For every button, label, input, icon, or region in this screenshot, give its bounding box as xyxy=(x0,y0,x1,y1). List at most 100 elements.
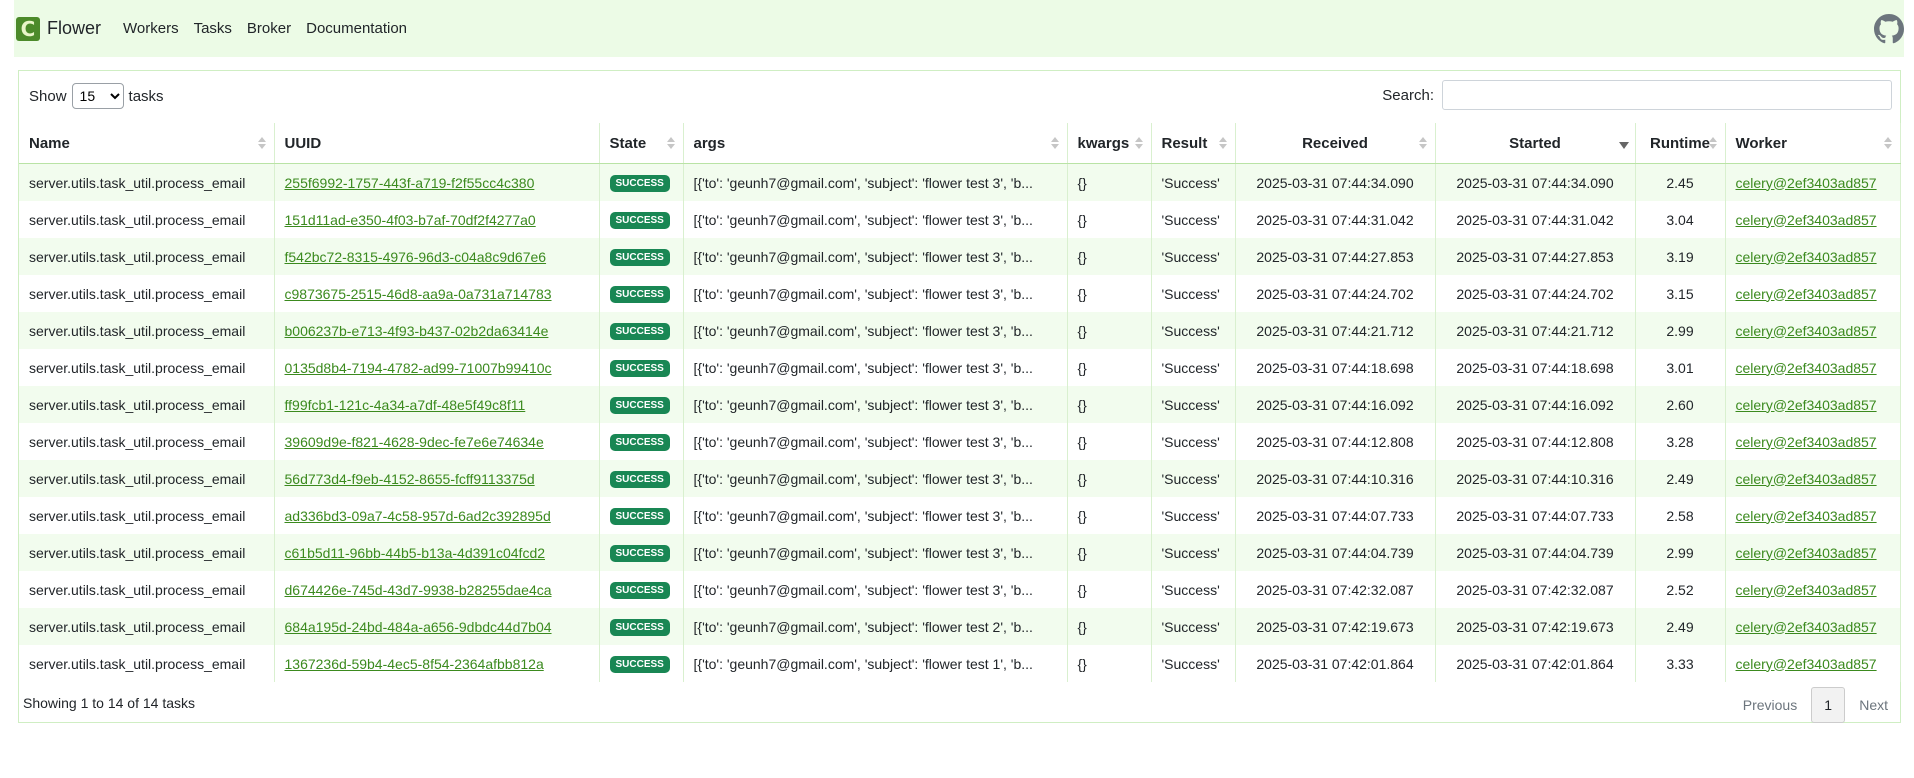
worker-link[interactable]: celery@2ef3403ad857 xyxy=(1736,545,1877,561)
task-uuid-link[interactable]: 684a195d-24bd-484a-a656-9dbdc44d7b04 xyxy=(285,619,552,635)
col-kwargs-label: kwargs xyxy=(1077,134,1130,152)
next-button[interactable]: Next xyxy=(1859,697,1888,713)
cell-kwargs: {} xyxy=(1067,571,1152,608)
cell-uuid: f542bc72-8315-4976-96d3-c04a8c9d67e6 xyxy=(274,238,600,275)
cell-runtime: 3.28 xyxy=(1635,423,1726,460)
page-length-select[interactable]: 15 xyxy=(71,83,124,109)
col-received[interactable]: Received xyxy=(1235,123,1436,164)
col-result[interactable]: Result xyxy=(1151,123,1236,164)
task-uuid-link[interactable]: c9873675-2515-46d8-aa9a-0a731a714783 xyxy=(285,286,552,302)
worker-link[interactable]: celery@2ef3403ad857 xyxy=(1736,360,1877,376)
search-input[interactable] xyxy=(1442,80,1892,110)
worker-link[interactable]: celery@2ef3403ad857 xyxy=(1736,582,1877,598)
col-args-label: args xyxy=(693,134,726,152)
task-uuid-link[interactable]: 56d773d4-f9eb-4152-8655-fcff9113375d xyxy=(285,471,535,487)
cell-args: [{'to': 'geunh7@gmail.com', 'subject': '… xyxy=(683,608,1068,645)
worker-link[interactable]: celery@2ef3403ad857 xyxy=(1736,323,1877,339)
col-kwargs[interactable]: kwargs xyxy=(1067,123,1152,164)
worker-link[interactable]: celery@2ef3403ad857 xyxy=(1736,619,1877,635)
task-uuid-link[interactable]: 255f6992-1757-443f-a719-f2f55cc4c380 xyxy=(285,175,535,191)
cell-name: server.utils.task_util.process_email xyxy=(19,608,275,645)
table-row[interactable]: server.utils.task_util.process_email f542… xyxy=(19,238,1901,275)
cell-runtime: 2.99 xyxy=(1635,534,1726,571)
col-started[interactable]: Started xyxy=(1435,123,1636,164)
cell-args: [{'to': 'geunh7@gmail.com', 'subject': '… xyxy=(683,163,1068,201)
table-row[interactable]: server.utils.task_util.process_email 151d… xyxy=(19,201,1901,238)
cell-worker: celery@2ef3403ad857 xyxy=(1725,460,1901,497)
col-runtime[interactable]: Runtime xyxy=(1635,123,1726,164)
task-uuid-link[interactable]: 0135d8b4-7194-4782-ad99-71007b99410c xyxy=(285,360,552,376)
cell-uuid: c61b5d11-96bb-44b5-b13a-4d391c04fcd2 xyxy=(274,534,600,571)
cell-runtime: 2.49 xyxy=(1635,460,1726,497)
cell-started: 2025-03-31 07:44:27.853 xyxy=(1435,238,1636,275)
task-uuid-link[interactable]: b006237b-e713-4f93-b437-02b2da63414e xyxy=(285,323,549,339)
col-name[interactable]: Name xyxy=(19,123,275,164)
table-row[interactable]: server.utils.task_util.process_email ad33… xyxy=(19,497,1901,534)
cell-state: SUCCESS xyxy=(599,423,684,460)
cell-worker: celery@2ef3403ad857 xyxy=(1725,423,1901,460)
task-uuid-link[interactable]: c61b5d11-96bb-44b5-b13a-4d391c04fcd2 xyxy=(285,545,546,561)
sort-icon xyxy=(1218,137,1227,149)
worker-link[interactable]: celery@2ef3403ad857 xyxy=(1736,212,1877,228)
cell-name: server.utils.task_util.process_email xyxy=(19,201,275,238)
table-row[interactable]: server.utils.task_util.process_email b006… xyxy=(19,312,1901,349)
worker-link[interactable]: celery@2ef3403ad857 xyxy=(1736,249,1877,265)
col-uuid[interactable]: UUID xyxy=(274,123,600,164)
table-row[interactable]: server.utils.task_util.process_email 0135… xyxy=(19,349,1901,386)
task-uuid-link[interactable]: 1367236d-59b4-4ec5-8f54-2364afbb812a xyxy=(285,656,544,672)
worker-link[interactable]: celery@2ef3403ad857 xyxy=(1736,397,1877,413)
col-state[interactable]: State xyxy=(599,123,684,164)
nav-workers[interactable]: Workers xyxy=(123,20,179,37)
table-row[interactable]: server.utils.task_util.process_email ff99… xyxy=(19,386,1901,423)
cell-state: SUCCESS xyxy=(599,386,684,423)
cell-uuid: 0135d8b4-7194-4782-ad99-71007b99410c xyxy=(274,349,600,386)
cell-received: 2025-03-31 07:44:24.702 xyxy=(1235,275,1436,312)
cell-started: 2025-03-31 07:44:07.733 xyxy=(1435,497,1636,534)
worker-link[interactable]: celery@2ef3403ad857 xyxy=(1736,175,1877,191)
task-uuid-link[interactable]: f542bc72-8315-4976-96d3-c04a8c9d67e6 xyxy=(285,249,547,265)
task-uuid-link[interactable]: ad336bd3-09a7-4c58-957d-6ad2c392895d xyxy=(285,508,551,524)
page-1-button[interactable]: 1 xyxy=(1811,687,1846,723)
table-row[interactable]: server.utils.task_util.process_email c987… xyxy=(19,275,1901,312)
brand[interactable]: C Flower xyxy=(16,16,101,41)
col-started-label: Started xyxy=(1509,134,1561,152)
cell-kwargs: {} xyxy=(1067,534,1152,571)
nav-documentation[interactable]: Documentation xyxy=(306,20,407,37)
table-row[interactable]: server.utils.task_util.process_email d674… xyxy=(19,571,1901,608)
cell-uuid: b006237b-e713-4f93-b437-02b2da63414e xyxy=(274,312,600,349)
table-row[interactable]: server.utils.task_util.process_email c61b… xyxy=(19,534,1901,571)
col-worker[interactable]: Worker xyxy=(1725,123,1901,164)
task-uuid-link[interactable]: ff99fcb1-121c-4a34-a7df-48e5f49c8f11 xyxy=(285,397,526,413)
cell-runtime: 2.99 xyxy=(1635,312,1726,349)
task-uuid-link[interactable]: 151d11ad-e350-4f03-b7af-70df2f4277a0 xyxy=(285,212,536,228)
worker-link[interactable]: celery@2ef3403ad857 xyxy=(1736,508,1877,524)
sort-icon xyxy=(1134,137,1143,149)
cell-runtime: 3.15 xyxy=(1635,275,1726,312)
github-icon[interactable] xyxy=(1874,14,1904,44)
task-uuid-link[interactable]: 39609d9e-f821-4628-9dec-fe7e6e74634e xyxy=(285,434,544,450)
cell-started: 2025-03-31 07:44:31.042 xyxy=(1435,201,1636,238)
task-uuid-link[interactable]: d674426e-745d-43d7-9938-b28255dae4ca xyxy=(285,582,552,598)
worker-link[interactable]: celery@2ef3403ad857 xyxy=(1736,286,1877,302)
worker-link[interactable]: celery@2ef3403ad857 xyxy=(1736,471,1877,487)
cell-started: 2025-03-31 07:44:12.808 xyxy=(1435,423,1636,460)
table-row[interactable]: server.utils.task_util.process_email 684a… xyxy=(19,608,1901,645)
col-args[interactable]: args xyxy=(683,123,1068,164)
worker-link[interactable]: celery@2ef3403ad857 xyxy=(1736,656,1877,672)
cell-result: 'Success' xyxy=(1151,423,1236,460)
cell-uuid: ff99fcb1-121c-4a34-a7df-48e5f49c8f11 xyxy=(274,386,600,423)
col-runtime-label: Runtime xyxy=(1650,134,1710,152)
cell-runtime: 2.45 xyxy=(1635,163,1726,201)
table-row[interactable]: server.utils.task_util.process_email 56d7… xyxy=(19,460,1901,497)
table-row[interactable]: server.utils.task_util.process_email 1367… xyxy=(19,645,1901,682)
table-row[interactable]: server.utils.task_util.process_email 3960… xyxy=(19,423,1901,460)
nav-broker[interactable]: Broker xyxy=(247,20,291,37)
worker-link[interactable]: celery@2ef3403ad857 xyxy=(1736,434,1877,450)
table-row[interactable]: server.utils.task_util.process_email 255f… xyxy=(19,163,1901,201)
sort-icon xyxy=(257,137,266,149)
cell-runtime: 2.58 xyxy=(1635,497,1726,534)
cell-received: 2025-03-31 07:42:19.673 xyxy=(1235,608,1436,645)
previous-button[interactable]: Previous xyxy=(1743,697,1797,713)
nav-tasks[interactable]: Tasks xyxy=(194,20,232,37)
cell-args: [{'to': 'geunh7@gmail.com', 'subject': '… xyxy=(683,571,1068,608)
